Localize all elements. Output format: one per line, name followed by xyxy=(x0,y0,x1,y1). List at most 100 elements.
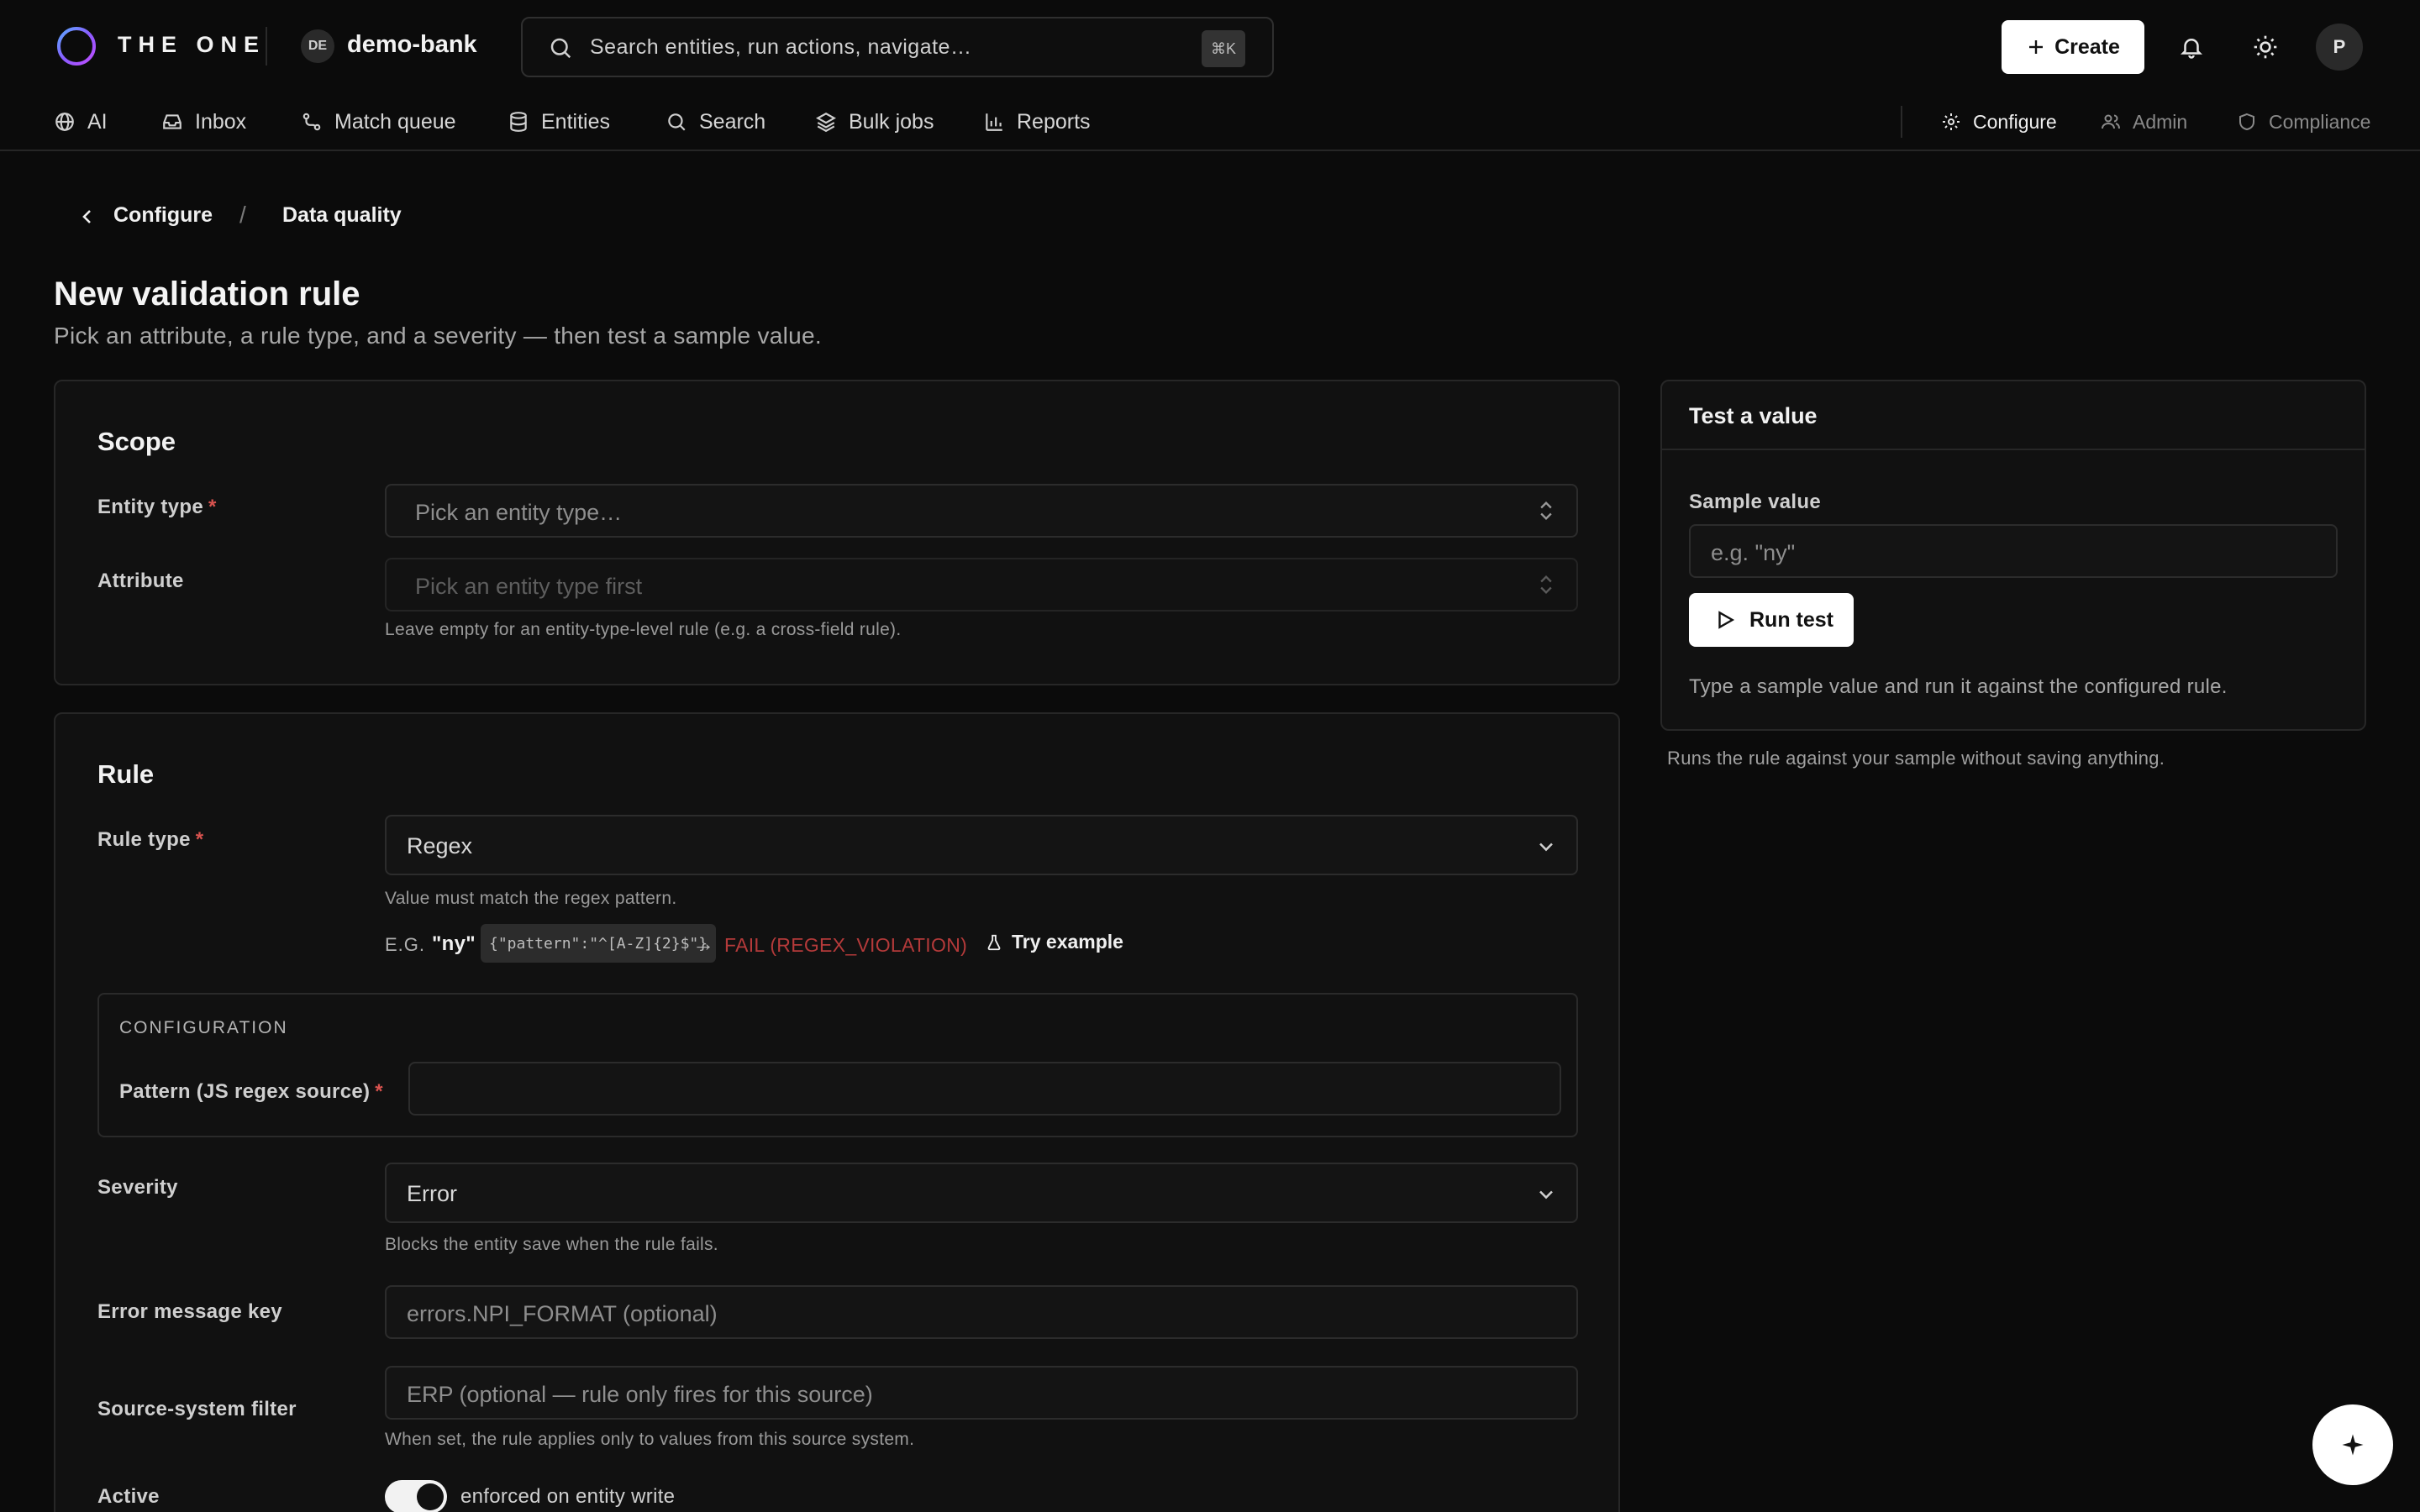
test-panel-hint: Type a sample value and run it against t… xyxy=(1689,675,2228,698)
active-help: enforced on entity write xyxy=(460,1485,676,1508)
severity-help: Blocks the entity save when the rule fai… xyxy=(385,1235,718,1254)
users-icon xyxy=(2102,114,2120,129)
theme-toggle-button[interactable] xyxy=(2244,25,2287,69)
rule-type-help: Value must match the regex pattern. xyxy=(385,889,677,908)
try-example-button[interactable]: Try example xyxy=(985,931,1123,953)
main-nav: AI Inbox Match queue Entities Search Bul… xyxy=(0,92,2420,151)
sparkle-icon xyxy=(2342,1434,2364,1456)
bar-chart-icon xyxy=(986,113,1002,131)
plus-icon xyxy=(2029,40,2044,54)
workspace-name[interactable]: demo-bank xyxy=(347,31,477,59)
error-key-placeholder: errors.NPI_FORMAT (optional) xyxy=(407,1301,718,1326)
chevron-down-icon xyxy=(1539,1190,1553,1200)
breadcrumb-current: Data quality xyxy=(282,203,402,227)
flask-icon xyxy=(987,934,1001,950)
nav-item-entities[interactable]: Entities xyxy=(508,108,610,136)
assistant-button[interactable] xyxy=(2312,1404,2393,1485)
create-label: Create xyxy=(2054,34,2120,59)
rule-type-select[interactable]: Regex xyxy=(385,815,1578,875)
severity-select[interactable]: Error xyxy=(385,1163,1578,1223)
pattern-label: Pattern (JS regex source) * xyxy=(119,1080,383,1103)
source-filter-help: When set, the rule applies only to value… xyxy=(385,1430,915,1449)
nav-item-bulk-jobs[interactable]: Bulk jobs xyxy=(815,108,934,136)
search-icon xyxy=(668,113,686,131)
nav-item-admin[interactable]: Admin xyxy=(2101,108,2187,136)
inbox-icon xyxy=(163,114,182,129)
error-key-input[interactable]: errors.NPI_FORMAT (optional) xyxy=(385,1285,1578,1339)
sample-value-input[interactable]: e.g. "ny" xyxy=(1689,524,2338,578)
nav-label: Configure xyxy=(1973,110,2057,133)
workspace-badge[interactable]: DE xyxy=(301,29,334,63)
brand-name[interactable]: THE ONE xyxy=(118,32,266,58)
nav-item-inbox[interactable]: Inbox xyxy=(161,108,246,136)
test-panel-title: Test a value xyxy=(1689,403,1818,428)
divider xyxy=(1901,106,1902,138)
configuration-panel: CONFIGURATION Pattern (JS regex source) * xyxy=(97,993,1578,1137)
entity-type-placeholder: Pick an entity type… xyxy=(415,500,623,525)
search-icon xyxy=(550,38,571,59)
top-bar: THE ONE DE demo-bank Search entities, ru… xyxy=(0,0,2420,92)
example-config: {"pattern":"^[A-Z]{2}$"} xyxy=(481,924,717,963)
active-toggle[interactable] xyxy=(385,1480,447,1512)
example-result: FAIL (REGEX_VIOLATION) xyxy=(724,934,968,956)
nav-label: Inbox xyxy=(195,109,247,134)
source-filter-placeholder: ERP (optional — rule only fires for this… xyxy=(407,1382,873,1407)
try-example-label: Try example xyxy=(1012,931,1123,953)
example-prefix: E.G. xyxy=(385,934,426,955)
gear-icon xyxy=(1943,113,1960,130)
scope-title: Scope xyxy=(97,427,176,456)
sun-icon xyxy=(2254,35,2277,59)
run-test-button[interactable]: Run test xyxy=(1689,593,1854,647)
nav-label: Search xyxy=(699,109,766,134)
database-icon xyxy=(510,112,527,132)
nav-item-ai[interactable]: AI xyxy=(54,108,108,136)
source-filter-label: Source-system filter xyxy=(97,1398,297,1420)
divider xyxy=(266,27,267,66)
sample-value-label: Sample value xyxy=(1689,491,1822,513)
scope-card: Scope Entity type * Pick an entity type… … xyxy=(54,380,1620,685)
nav-label: AI xyxy=(87,109,108,134)
global-search-input[interactable]: Search entities, run actions, navigate… … xyxy=(521,17,1274,77)
rule-card: Rule Rule type * Regex Value must match t… xyxy=(54,712,1620,1512)
active-label: Active xyxy=(97,1485,160,1508)
attribute-help: Leave empty for an entity-type-level rul… xyxy=(385,620,902,639)
entity-type-select[interactable]: Pick an entity type… xyxy=(385,484,1578,538)
create-button[interactable]: Create xyxy=(2002,20,2144,74)
nav-label: Entities xyxy=(541,109,610,134)
globe-icon xyxy=(55,113,74,131)
bell-icon xyxy=(2180,39,2203,59)
page-subtitle: Pick an attribute, a rule type, and a se… xyxy=(54,323,823,349)
pattern-input[interactable] xyxy=(408,1062,1561,1116)
user-avatar[interactable]: P xyxy=(2316,24,2363,71)
nav-item-configure[interactable]: Configure xyxy=(1941,108,2057,136)
nav-label: Reports xyxy=(1017,109,1091,134)
page-title: New validation rule xyxy=(54,276,360,312)
chevron-down-icon xyxy=(1539,843,1553,852)
search-placeholder: Search entities, run actions, navigate… xyxy=(590,35,972,59)
nav-item-match-queue[interactable]: Match queue xyxy=(301,108,456,136)
severity-label: Severity xyxy=(97,1176,178,1199)
run-test-label: Run test xyxy=(1749,607,1833,632)
attribute-placeholder: Pick an entity type first xyxy=(415,574,643,599)
shield-icon xyxy=(2239,113,2254,131)
breadcrumb-parent[interactable]: Configure xyxy=(113,203,213,228)
nav-item-compliance[interactable]: Compliance xyxy=(2237,108,2370,136)
attribute-select[interactable]: Pick an entity type first xyxy=(385,558,1578,612)
nav-label: Admin xyxy=(2133,110,2188,133)
chevron-up-down-icon xyxy=(1540,501,1552,520)
source-filter-input[interactable]: ERP (optional — rule only fires for this… xyxy=(385,1366,1578,1420)
example-arrow: → xyxy=(692,931,715,956)
play-icon xyxy=(1718,611,1735,629)
chevron-up-down-icon xyxy=(1540,575,1552,594)
sample-value-placeholder: e.g. "ny" xyxy=(1711,540,1796,565)
attribute-label: Attribute xyxy=(97,570,184,592)
configuration-title: CONFIGURATION xyxy=(119,1018,288,1037)
logo-icon[interactable] xyxy=(55,25,97,67)
nav-item-search[interactable]: Search xyxy=(666,108,765,136)
notifications-button[interactable] xyxy=(2170,25,2213,69)
nav-item-reports[interactable]: Reports xyxy=(983,108,1091,136)
chevron-left-icon[interactable] xyxy=(77,207,97,227)
error-key-label: Error message key xyxy=(97,1300,282,1323)
entity-type-label: Entity type * xyxy=(97,496,217,518)
nav-label: Bulk jobs xyxy=(849,109,934,134)
